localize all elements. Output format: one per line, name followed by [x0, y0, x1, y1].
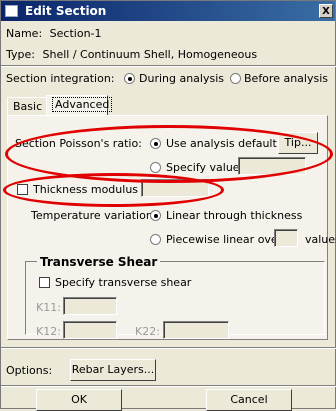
title-bar[interactable]: Edit Section X [1, 1, 335, 21]
poisson-default-label: Use analysis default [166, 137, 277, 150]
tab-advanced[interactable]: Advanced [46, 95, 113, 115]
k11-label: K11: [36, 301, 61, 314]
temperature-label: Temperature variation: [31, 209, 157, 222]
poisson-label: Section Poisson's ratio: [15, 137, 142, 150]
transverse-shear-checkbox[interactable] [39, 277, 50, 288]
type-value: Shell / Continuum Shell, Homogeneous [42, 48, 258, 61]
separator [1, 385, 336, 387]
temperature-piecewise-radio[interactable] [150, 234, 161, 245]
window-icon [5, 5, 18, 17]
k12-label: K12: [36, 325, 61, 338]
temperature-piecewise-label: Piecewise linear over [166, 233, 283, 246]
integration-during-radio[interactable] [124, 73, 135, 84]
tip-button[interactable]: Tip... [278, 132, 318, 154]
type-row: Type: Shell / Continuum Shell, Homogeneo… [6, 48, 257, 61]
poisson-specify-radio[interactable] [150, 162, 161, 173]
thickness-modulus-checkbox[interactable] [17, 184, 28, 195]
name-row: Name: Section-1 [6, 27, 102, 40]
transverse-shear-label: Specify transverse shear [55, 276, 192, 289]
temperature-linear-label: Linear through thickness [166, 209, 303, 222]
cancel-button[interactable]: Cancel [206, 389, 292, 411]
edit-section-dialog: Edit Section X Name: Section-1 Type: She… [0, 0, 336, 411]
poisson-value-field[interactable] [238, 157, 306, 175]
type-label: Type: [6, 48, 35, 61]
separator [1, 347, 336, 349]
transverse-shear-title: Transverse Shear [37, 255, 161, 269]
thickness-modulus-label: Thickness modulus [33, 183, 139, 196]
name-label: Name: [6, 27, 43, 40]
name-value: Section-1 [49, 27, 102, 40]
temperature-count-field[interactable] [274, 229, 298, 247]
tab-basic[interactable]: Basic [7, 97, 47, 115]
integration-during-label: During analysis [139, 72, 225, 85]
rebar-layers-button[interactable]: Rebar Layers... [70, 359, 156, 381]
k22-field[interactable] [163, 321, 229, 339]
integration-label: Section integration: [6, 72, 115, 85]
k22-label: K22: [135, 325, 160, 338]
poisson-default-radio[interactable] [150, 138, 161, 149]
temperature-linear-radio[interactable] [150, 210, 161, 221]
close-button[interactable]: X [319, 4, 333, 18]
ok-button[interactable]: OK [36, 389, 122, 411]
separator [1, 65, 336, 67]
integration-before-label: Before analysis [244, 72, 328, 85]
temperature-values-suffix: values [305, 233, 336, 246]
integration-before-radio[interactable] [230, 73, 241, 84]
thickness-modulus-field[interactable] [141, 179, 209, 197]
options-label: Options: [6, 364, 53, 377]
k12-field[interactable] [63, 321, 117, 339]
poisson-specify-label: Specify value: [166, 161, 244, 174]
k11-field[interactable] [63, 297, 117, 315]
window-title: Edit Section [25, 4, 107, 18]
